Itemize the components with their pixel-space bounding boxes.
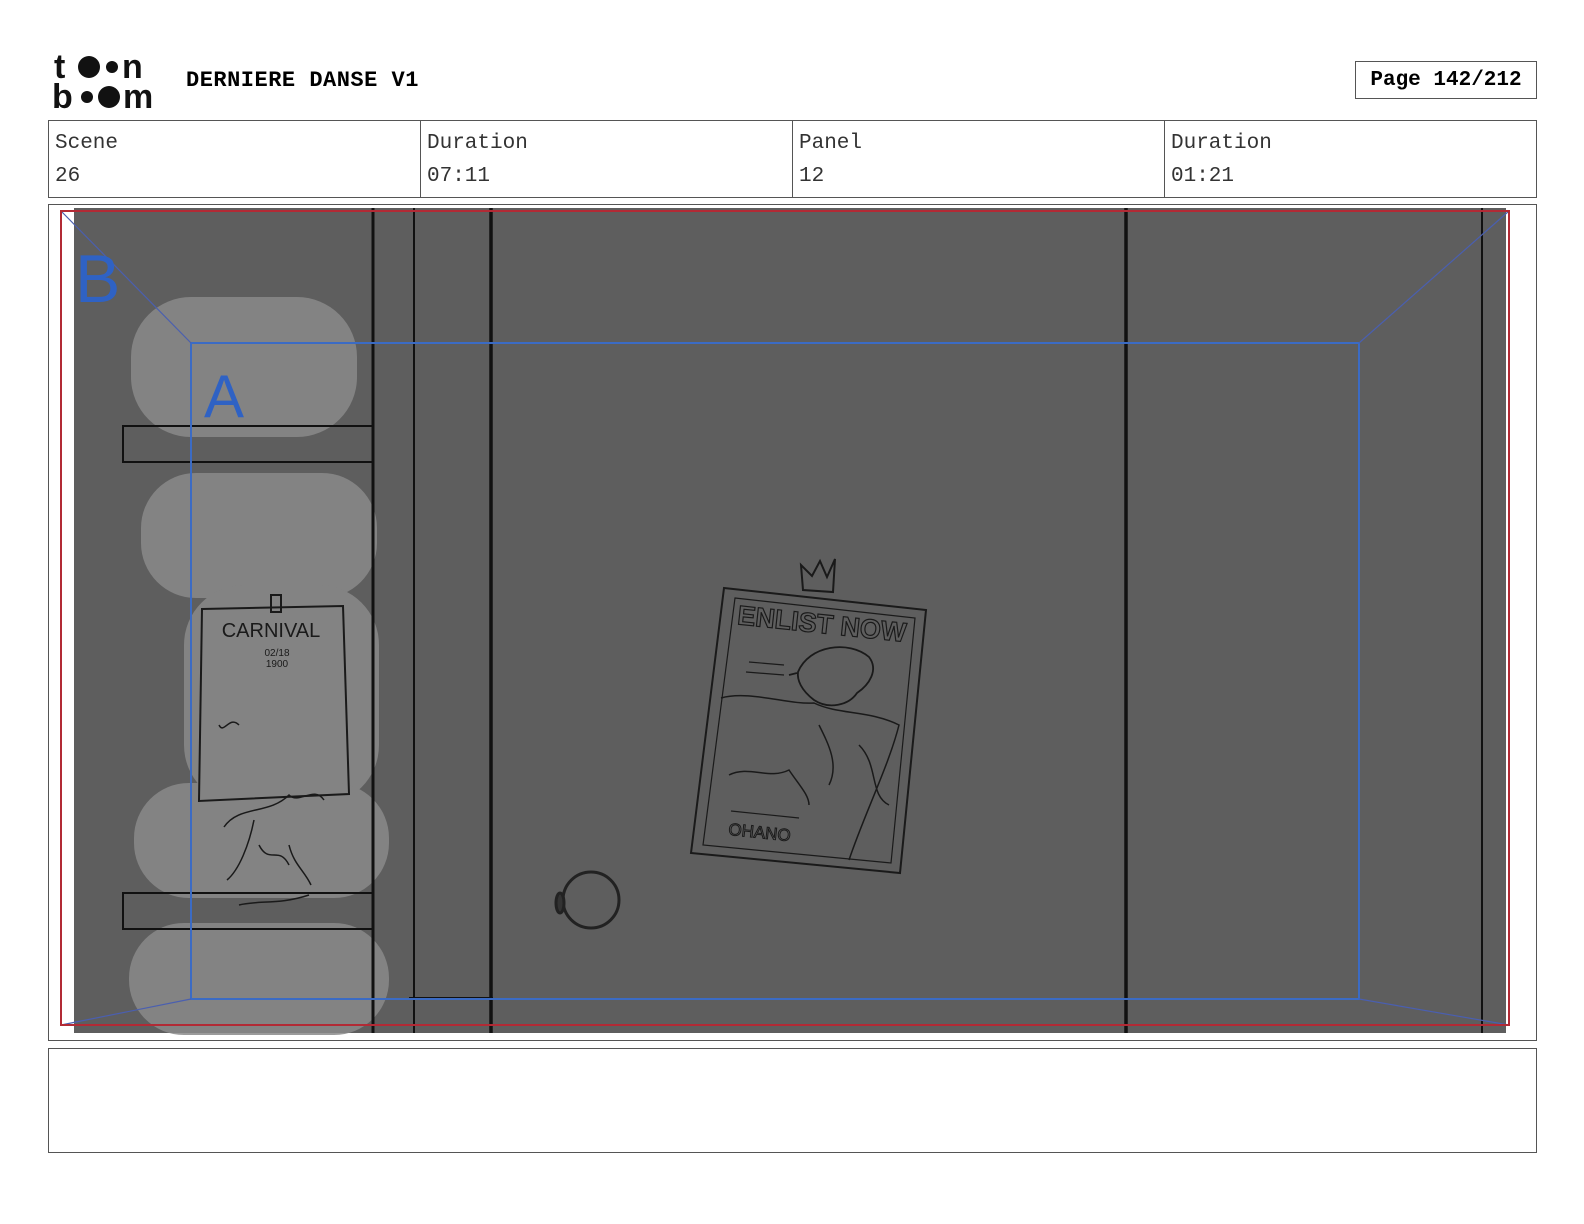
- panel-value: 12: [799, 165, 825, 188]
- scene-duration-cell: Duration 07:11: [421, 121, 793, 197]
- carnival-poster-date: 02/18: [264, 648, 289, 659]
- svg-text:b: b: [52, 78, 73, 112]
- scene-label: Scene: [55, 132, 119, 155]
- panel-cell: Panel 12: [793, 121, 1165, 197]
- panel-duration-label: Duration: [1171, 132, 1272, 155]
- page-number: Page 142/212: [1355, 61, 1537, 99]
- panel-drawing: CARNIVAL 02/18 1900 ENLIST NOW OHANO B A: [60, 208, 1510, 1035]
- svg-text:m: m: [123, 78, 153, 112]
- scene-value: 26: [55, 165, 81, 188]
- panel-duration-value: 01:21: [1171, 165, 1235, 188]
- carnival-poster-title: CARNIVAL: [222, 620, 321, 642]
- panel-notes-box[interactable]: [48, 1048, 1537, 1153]
- project-title: DERNIERE DANSE V1: [186, 68, 419, 93]
- panel-duration-cell: Duration 01:21: [1165, 121, 1536, 197]
- scene-info-table: Scene 26 Duration 07:11 Panel 12 Duratio…: [48, 120, 1537, 198]
- panel-label: Panel: [799, 132, 863, 155]
- scene-duration-label: Duration: [427, 132, 528, 155]
- toon-boom-logo: t n b m: [52, 50, 153, 112]
- scene-duration-value: 07:11: [427, 165, 491, 188]
- camera-label-b: B: [75, 241, 120, 317]
- scene-cell: Scene 26: [49, 121, 421, 197]
- carnival-poster-time: 1900: [266, 659, 289, 670]
- camera-label-a: A: [204, 363, 244, 430]
- storyboard-panel: CARNIVAL 02/18 1900 ENLIST NOW OHANO B A: [48, 204, 1537, 1041]
